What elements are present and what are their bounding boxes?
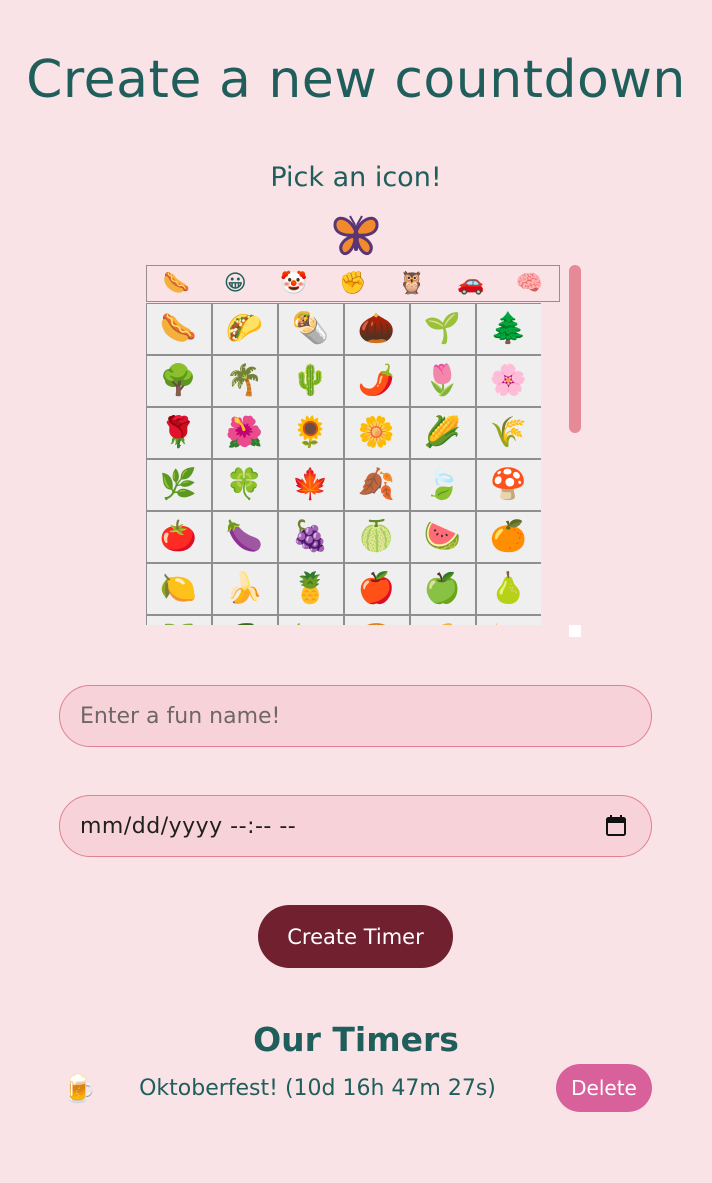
travel-category-icon[interactable]: 🚗	[456, 269, 486, 299]
food-category-icon[interactable]: 🌭	[161, 269, 191, 299]
emoji-option[interactable]: 🍒	[211, 614, 278, 625]
emoji-option[interactable]: 🍏	[409, 562, 476, 615]
emoji-option[interactable]: 🍑	[146, 614, 212, 625]
date-placeholder-text: mm/dd/yyyy --:-- --	[80, 813, 297, 839]
emoji-option[interactable]: 🌵	[277, 354, 344, 407]
emoji-option[interactable]: 🍇	[277, 510, 344, 563]
emoji-option[interactable]: 🌸	[475, 354, 541, 407]
emoji-option[interactable]: 🌱	[409, 303, 476, 355]
emoji-option[interactable]: 🍈	[343, 510, 410, 563]
emoji-option[interactable]: 🍌	[211, 562, 278, 615]
emoji-option[interactable]: 🌼	[343, 406, 410, 459]
emoji-option[interactable]: 🌭	[146, 303, 212, 355]
emoji-option[interactable]: 🍋	[146, 562, 212, 615]
people-category-icon[interactable]: 🤡	[279, 269, 309, 299]
emoji-option[interactable]: 🍎	[343, 562, 410, 615]
emoji-option[interactable]: 🍕	[409, 614, 476, 625]
scrollbar-corner	[569, 625, 581, 637]
emoji-option[interactable]: 🍀	[211, 458, 278, 511]
timers-heading: Our Timers	[253, 1020, 459, 1059]
emoji-option[interactable]: 🌻	[277, 406, 344, 459]
emoji-option[interactable]: 🌶️	[343, 354, 410, 407]
gesture-category-icon[interactable]: ✊	[338, 269, 368, 299]
emoji-option[interactable]: 🍂	[343, 458, 410, 511]
emoji-option[interactable]: 🍁	[277, 458, 344, 511]
emoji-option[interactable]: 🌷	[409, 354, 476, 407]
emoji-option[interactable]: 🌿	[146, 458, 212, 511]
emoji-option[interactable]: 🍍	[277, 562, 344, 615]
emoji-option[interactable]: 🍊	[475, 510, 541, 563]
emoji-option[interactable]: 🍔	[343, 614, 410, 625]
beer-mug-icon: 🍺	[61, 1071, 97, 1105]
emoji-option[interactable]: 🍄	[475, 458, 541, 511]
create-timer-button[interactable]: Create Timer	[258, 905, 453, 968]
emoji-option[interactable]: 🍅	[146, 510, 212, 563]
page-title: Create a new countdown	[26, 50, 686, 110]
timer-list-item: 🍺 Oktoberfest! (10d 16h 47m 27s) Delete	[59, 1062, 652, 1114]
emoji-grid-scrollbar[interactable]	[569, 265, 581, 433]
emoji-grid: 🌭🌮🌯🌰🌱🌲 🌳🌴🌵🌶️🌷🌸 🌹🌺🌻🌼🌽🌾 🌿🍀🍁🍂🍃🍄 🍅🍆🍇🍈🍉🍊 🍋🍌🍍🍎🍏🍐 🍑🍒🍓…	[146, 303, 541, 625]
emoji-option[interactable]: 🌾	[475, 406, 541, 459]
body-category-icon[interactable]: 🧠	[514, 269, 544, 299]
emoji-option[interactable]: 🌮	[211, 303, 278, 355]
timer-name-input[interactable]	[59, 685, 652, 747]
emoji-option[interactable]: 🍓	[277, 614, 344, 625]
emoji-option[interactable]: 🍃	[409, 458, 476, 511]
emoji-option[interactable]: 🍖	[475, 614, 541, 625]
selected-butterfly-icon	[333, 215, 379, 256]
emoji-option[interactable]: 🌲	[475, 303, 541, 355]
emoji-option[interactable]: 🌳	[146, 354, 212, 407]
calendar-icon[interactable]	[605, 815, 627, 837]
timer-date-input[interactable]: mm/dd/yyyy --:-- --	[59, 795, 652, 857]
smiley-category-icon[interactable]: 😀	[220, 269, 250, 299]
pick-icon-label: Pick an icon!	[270, 162, 442, 193]
emoji-option[interactable]: 🌺	[211, 406, 278, 459]
emoji-option[interactable]: 🍆	[211, 510, 278, 563]
emoji-option[interactable]: 🍐	[475, 562, 541, 615]
emoji-option[interactable]: 🌽	[409, 406, 476, 459]
animal-category-icon[interactable]: 🦉	[397, 269, 427, 299]
emoji-option[interactable]: 🌰	[343, 303, 410, 355]
emoji-option[interactable]: 🍉	[409, 510, 476, 563]
emoji-option[interactable]: 🌯	[277, 303, 344, 355]
emoji-option[interactable]: 🌹	[146, 406, 212, 459]
timer-label: Oktoberfest! (10d 16h 47m 27s)	[139, 1075, 496, 1101]
delete-timer-button[interactable]: Delete	[556, 1064, 652, 1112]
emoji-option[interactable]: 🌴	[211, 354, 278, 407]
emoji-category-bar: 🌭 😀 🤡 ✊ 🦉 🚗 🧠	[146, 265, 560, 302]
